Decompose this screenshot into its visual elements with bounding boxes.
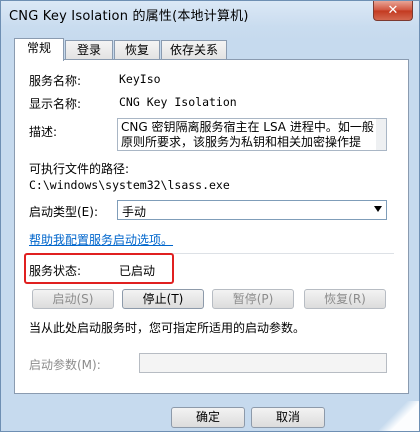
startup-type-select[interactable]: 手动 [117, 200, 387, 220]
close-button[interactable]: ✕ [373, 1, 413, 21]
tab-recovery[interactable]: 恢复 [114, 40, 160, 60]
description-box[interactable]: CNG 密钥隔离服务宿主在 LSA 进程中。如一般原则所要求，该服务为私钥和相关… [117, 118, 387, 151]
start-params-label: 启动参数(M): [29, 358, 101, 372]
service-status-label: 服务状态: [29, 264, 82, 278]
cancel-button[interactable]: 取消 [251, 407, 325, 428]
service-properties-window: CNG Key Isolation 的属性(本地计算机) ✕ 常规 登录 恢复 … [0, 0, 420, 432]
startup-type-value: 手动 [122, 205, 147, 219]
start-params-input[interactable] [139, 353, 387, 373]
ok-button[interactable]: 确定 [171, 407, 245, 428]
resume-button[interactable]: 恢复(R) [304, 289, 386, 309]
display-name-label: 显示名称: [29, 97, 82, 111]
general-panel: 服务名称: KeyIso 显示名称: CNG Key Isolation 描述:… [14, 59, 409, 394]
pause-button[interactable]: 暂停(P) [212, 289, 294, 309]
bottom-right-fade [379, 401, 419, 431]
exe-path-value: C:\windows\system32\lsass.exe [29, 178, 230, 192]
description-label: 描述: [29, 125, 58, 139]
description-scrollbar[interactable] [376, 119, 386, 150]
display-name-value: CNG Key Isolation [119, 95, 237, 109]
tab-dependencies[interactable]: 依存关系 [161, 40, 227, 60]
start-button[interactable]: 启动(S) [32, 289, 114, 309]
start-params-hint: 当从此处启动服务时，您可指定所适用的启动参数。 [29, 321, 306, 335]
service-name-value: KeyIso [119, 72, 161, 86]
tab-general[interactable]: 常规 [14, 38, 64, 61]
chevron-down-icon [374, 206, 382, 212]
stop-button[interactable]: 停止(T) [122, 289, 204, 309]
service-status-value: 已启动 [119, 264, 156, 278]
help-configure-link[interactable]: 帮助我配置服务启动选项。 [29, 231, 173, 248]
exe-path-label: 可执行文件的路径: [29, 162, 130, 176]
service-name-label: 服务名称: [29, 74, 82, 88]
tab-logon[interactable]: 登录 [65, 40, 113, 60]
description-text: CNG 密钥隔离服务宿主在 LSA 进程中。如一般原则所要求，该服务为私钥和相关… [121, 120, 374, 149]
window-title: CNG Key Isolation 的属性(本地计算机) [9, 9, 249, 24]
startup-type-label: 启动类型(E): [29, 205, 98, 219]
